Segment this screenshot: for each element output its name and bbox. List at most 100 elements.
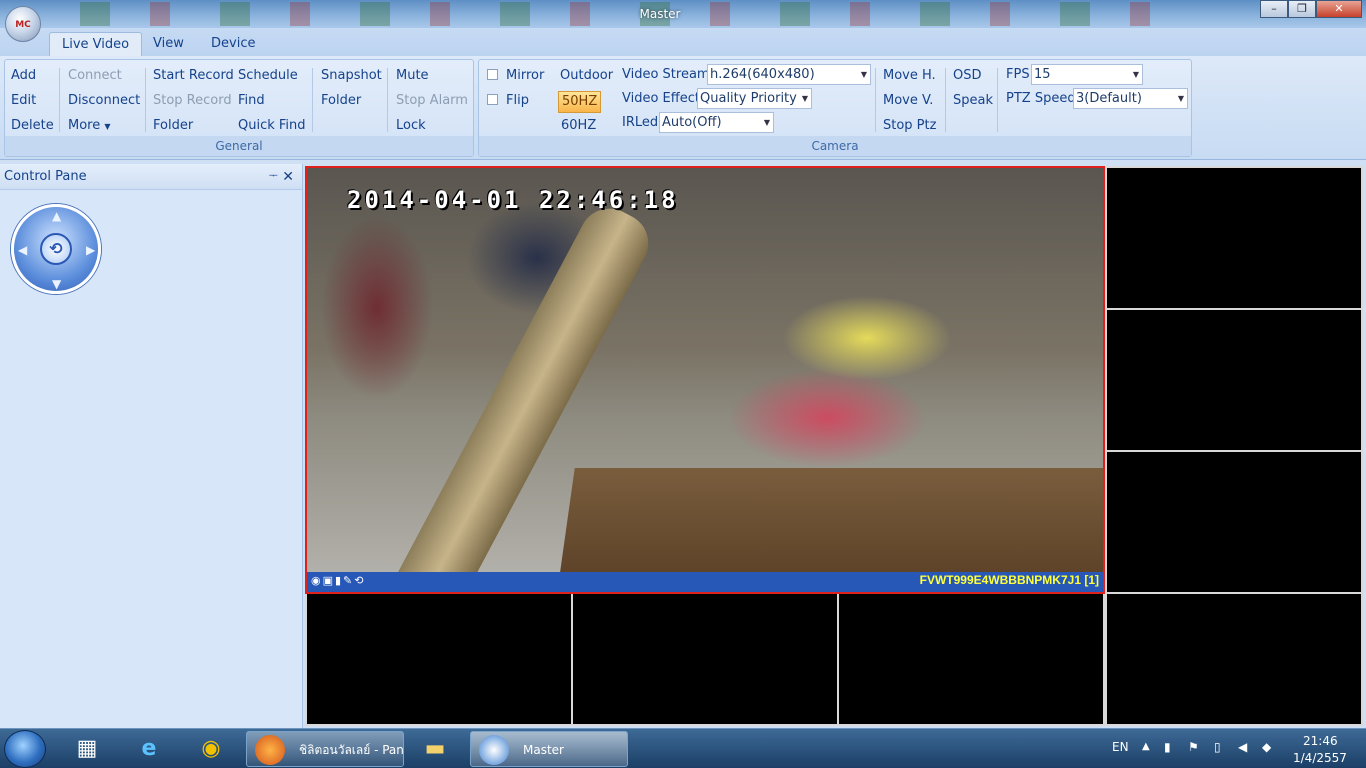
control-pane-header: Control Pane ᅮ ✕ xyxy=(0,164,302,190)
separator xyxy=(387,68,388,132)
volume-icon[interactable]: ◀ xyxy=(1238,740,1247,754)
start-button[interactable] xyxy=(4,730,46,768)
video-effect-value: Quality Priority xyxy=(700,91,797,106)
irled-select[interactable]: Auto(Off) ▼ xyxy=(659,112,774,133)
50hz-button[interactable]: 50HZ xyxy=(558,91,602,113)
mute-button[interactable]: Mute xyxy=(396,67,429,85)
tab-view[interactable]: View xyxy=(141,32,196,56)
video-timestamp: 2014-04-01 22:46:18 xyxy=(347,186,679,214)
video-stream-value: h.264(640x480) xyxy=(710,67,815,82)
firefox-window-label: ชิลิตอนวัลเลย์ - Pan... xyxy=(299,743,404,757)
ptz-joystick[interactable]: ▲ ▼ ◀ ▶ ⟲ xyxy=(11,204,101,294)
general-group: Add Edit Delete Connect Disconnect More … xyxy=(4,59,474,157)
network-icon[interactable]: ▮ xyxy=(1164,740,1171,754)
video-grid: 2014-04-01 22:46:18 ◉▣▮✎⟲ FVWT999E4WBBBN… xyxy=(305,166,1363,726)
clock-time[interactable]: 21:46 xyxy=(1303,734,1338,748)
connect-button[interactable]: Connect xyxy=(68,67,122,85)
pin-icon[interactable]: ᅮ xyxy=(269,164,278,190)
tab-live-video[interactable]: Live Video xyxy=(49,32,143,56)
app-menu-orb[interactable]: MC xyxy=(5,6,41,42)
ptz-speed-value: 3(Default) xyxy=(1076,91,1142,106)
outdoor-button[interactable]: Outdoor xyxy=(560,67,613,85)
maximize-button[interactable]: ❐ xyxy=(1288,0,1316,18)
taskbar-master-window[interactable]: Master xyxy=(470,731,628,767)
video-effect-select[interactable]: Quality Priority ▼ xyxy=(697,88,812,109)
separator xyxy=(997,68,998,132)
quick-find-button[interactable]: Quick Find xyxy=(238,117,306,135)
chrome-icon[interactable]: ◉ xyxy=(186,732,236,766)
ribbon-tabs: Live Video View Device xyxy=(0,28,1366,56)
arrow-down-icon[interactable]: ▼ xyxy=(52,277,61,291)
video-channel-3[interactable] xyxy=(1107,310,1361,450)
tab-device[interactable]: Device xyxy=(199,32,267,56)
stop-record-button[interactable]: Stop Record xyxy=(153,92,232,110)
video-channel-4[interactable] xyxy=(1107,452,1361,592)
video-channel-8[interactable] xyxy=(1107,594,1361,724)
taskbar: ▦ e ◉ ชิลิตอนวัลเลย์ - Pan... ▬ Master E… xyxy=(0,728,1366,768)
action-center-icon[interactable]: ⚑ xyxy=(1188,740,1199,754)
video-channel-7[interactable] xyxy=(839,594,1103,724)
speak-button[interactable]: Speak xyxy=(953,92,993,110)
minimize-button[interactable]: – xyxy=(1260,0,1288,18)
ribbon: Add Edit Delete Connect Disconnect More … xyxy=(0,56,1366,160)
60hz-button[interactable]: 60HZ xyxy=(561,117,596,135)
taskbar-firefox-window[interactable]: ชิลิตอนวัลเลย์ - Pan... xyxy=(246,731,404,767)
video-channel-2[interactable] xyxy=(1107,168,1361,308)
video-toolbar-icons[interactable]: ◉▣▮✎⟲ xyxy=(311,574,365,587)
video-effect-label: Video Effect xyxy=(622,91,700,106)
video-stream-select[interactable]: h.264(640x480) ▼ xyxy=(707,64,871,85)
osd-button[interactable]: OSD xyxy=(953,67,982,85)
flip-label: Flip xyxy=(506,93,529,108)
irled-value: Auto(Off) xyxy=(662,115,722,130)
schedule-button[interactable]: Schedule xyxy=(238,67,298,85)
move-v-button[interactable]: Move V. xyxy=(883,92,933,110)
separator xyxy=(945,68,946,132)
more-button[interactable]: More ▼ xyxy=(68,117,111,136)
control-pane-title: Control Pane xyxy=(4,169,87,184)
separator xyxy=(312,68,313,132)
title-bar: Master – ❐ ✕ xyxy=(0,0,1366,28)
folder-icon[interactable]: ▬ xyxy=(410,732,460,766)
ptz-speed-select[interactable]: 3(Default) ▼ xyxy=(1073,88,1188,109)
move-h-button[interactable]: Move H. xyxy=(883,67,936,85)
firefox-icon xyxy=(255,735,285,765)
calculator-icon[interactable]: ▦ xyxy=(62,732,112,766)
separator xyxy=(875,68,876,132)
find-button[interactable]: Find xyxy=(238,92,265,110)
internet-explorer-icon[interactable]: e xyxy=(124,732,174,766)
flip-checkbox[interactable]: Flip xyxy=(487,92,529,110)
stop-ptz-button[interactable]: Stop Ptz xyxy=(883,117,936,135)
video-channel-6[interactable] xyxy=(573,594,837,724)
camera-group-label: Camera xyxy=(479,136,1191,156)
chevron-down-icon: ▼ xyxy=(860,70,867,79)
mirror-checkbox-box xyxy=(487,69,498,80)
lock-button[interactable]: Lock xyxy=(396,117,426,135)
fps-select[interactable]: 15 ▼ xyxy=(1031,64,1143,85)
add-button[interactable]: Add xyxy=(11,67,36,85)
close-pane-icon[interactable]: ✕ xyxy=(282,164,294,190)
fps-label: FPS xyxy=(1006,67,1030,82)
arrow-right-icon[interactable]: ▶ xyxy=(86,243,95,257)
dropbox-icon[interactable]: ◆ xyxy=(1262,740,1271,754)
language-indicator[interactable]: EN xyxy=(1112,740,1129,754)
video-channel-5[interactable] xyxy=(307,594,571,724)
window-controls: – ❐ ✕ xyxy=(1260,0,1362,18)
tray-expand-icon[interactable]: ▲ xyxy=(1142,741,1150,752)
chevron-down-icon: ▼ xyxy=(1132,70,1139,79)
battery-icon[interactable]: ▯ xyxy=(1214,740,1221,754)
ptz-center-rotate-icon[interactable]: ⟲ xyxy=(40,233,72,265)
arrow-up-icon[interactable]: ▲ xyxy=(52,209,61,223)
arrow-left-icon[interactable]: ◀ xyxy=(18,243,27,257)
snapshot-folder-button[interactable]: Folder xyxy=(321,92,361,110)
record-folder-button[interactable]: Folder xyxy=(153,117,193,135)
start-record-button[interactable]: Start Record xyxy=(153,67,234,85)
mirror-checkbox[interactable]: Mirror xyxy=(487,67,544,85)
video-channel-1[interactable]: 2014-04-01 22:46:18 ◉▣▮✎⟲ FVWT999E4WBBBN… xyxy=(305,166,1105,594)
clock-date[interactable]: 1/4/2557 xyxy=(1293,751,1347,765)
stop-alarm-button[interactable]: Stop Alarm xyxy=(396,92,468,110)
snapshot-button[interactable]: Snapshot xyxy=(321,67,382,85)
delete-button[interactable]: Delete xyxy=(11,117,54,135)
edit-button[interactable]: Edit xyxy=(11,92,36,110)
disconnect-button[interactable]: Disconnect xyxy=(68,92,140,110)
close-button[interactable]: ✕ xyxy=(1316,0,1362,18)
